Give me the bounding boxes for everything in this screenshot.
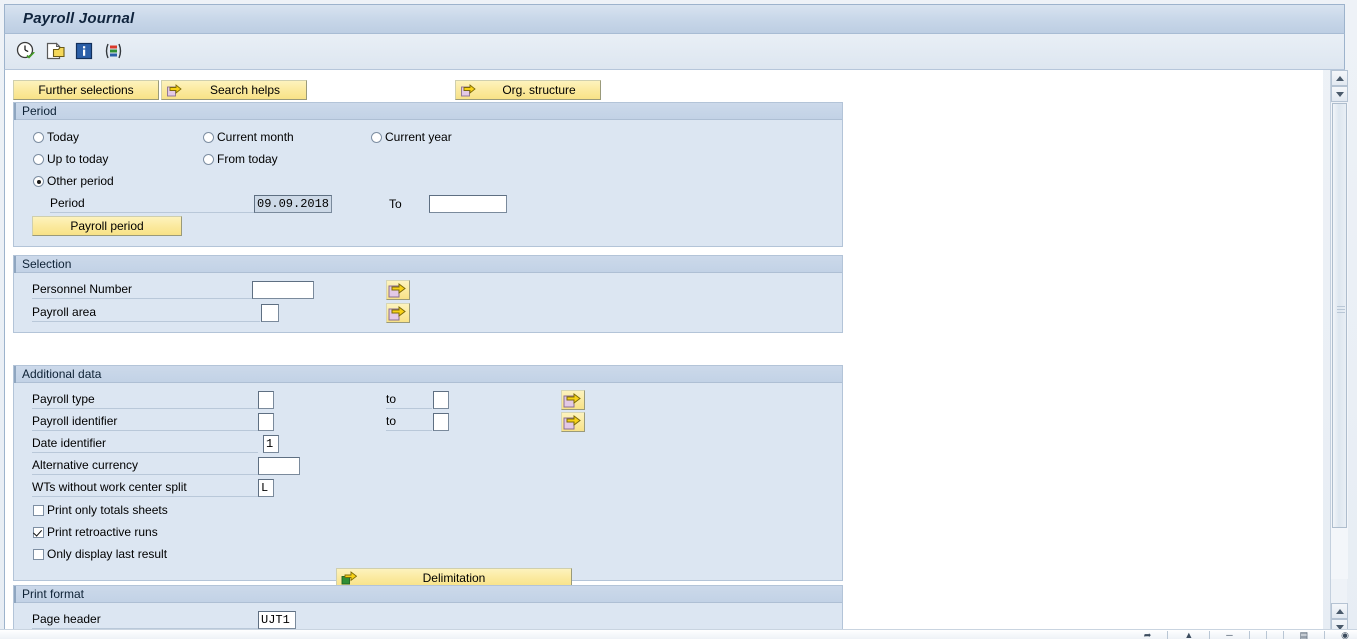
printer-icon[interactable]: ▤ [1300, 631, 1309, 639]
print-only-totals-sheets-box [33, 505, 44, 516]
org-structure-label: Org. structure [502, 83, 576, 97]
status-separator-3 [1248, 631, 1250, 639]
radio-up-to-today-dot [33, 154, 44, 165]
status-separator-2 [1209, 631, 1211, 639]
search-helps-button[interactable]: Search helps [161, 80, 307, 100]
print-format-group: Print format Page header UJT1 [13, 585, 843, 635]
info-icon[interactable] [73, 40, 95, 62]
period-to-label: To [389, 197, 402, 211]
period-from-input[interactable]: 09.09.2018 [254, 195, 332, 213]
payroll-type-to-label: to [386, 392, 432, 409]
personnel-number-label: Personnel Number [32, 282, 260, 299]
period-date-label: Period [50, 196, 260, 213]
print-retroactive-runs-label: Print retroactive runs [47, 525, 158, 539]
radio-up-to-today-label: Up to today [47, 152, 109, 166]
payroll-identifier-input[interactable] [258, 413, 274, 431]
warning-icon[interactable]: ▲ [1184, 631, 1193, 639]
scroll-up-button[interactable] [1331, 70, 1348, 86]
scroll-up-button-bottom[interactable] [1331, 603, 1348, 619]
payroll-area-label: Payroll area [32, 305, 260, 322]
globe-icon[interactable]: ◉ [1341, 631, 1349, 639]
only-display-last-result-box [33, 549, 44, 560]
save-variant-icon[interactable] [44, 40, 66, 62]
vertical-scrollbar[interactable] [1330, 70, 1348, 635]
selection-group: Selection Personnel Number Payroll area [13, 255, 843, 333]
cursor-icon[interactable]: ➦ [1144, 631, 1152, 639]
search-helps-arrow-icon [166, 82, 182, 99]
alternative-currency-input[interactable] [258, 457, 300, 475]
payroll-type-label: Payroll type [32, 392, 258, 409]
scrollbar-thumb[interactable] [1332, 103, 1347, 528]
page-header-input[interactable]: UJT1 [258, 611, 296, 629]
wts-without-work-center-split-label: WTs without work center split [32, 480, 258, 497]
application-toolbar: © www.tutorialkart.com [4, 34, 1345, 98]
personnel-number-multi-select-button[interactable] [386, 280, 410, 300]
payroll-identifier-label: Payroll identifier [32, 414, 258, 431]
sap-payroll-journal-window: Payroll Journal Further selections Searc… [0, 0, 1357, 639]
period-to-input[interactable] [429, 195, 507, 213]
radio-current-year-dot [371, 132, 382, 143]
scroll-down-button[interactable] [1331, 86, 1348, 102]
radio-other-period-dot [33, 176, 44, 187]
status-bar: ➦ ▲ ─ ▤ ◉ [0, 629, 1357, 639]
print-format-group-header: Print format [14, 586, 842, 603]
org-structure-button[interactable]: Org. structure [455, 80, 601, 100]
page-title: Payroll Journal [23, 10, 135, 27]
window-title-bar: Payroll Journal [4, 4, 1345, 34]
status-separator-5 [1282, 631, 1284, 639]
personnel-number-input[interactable] [252, 281, 314, 299]
payroll-period-button[interactable]: Payroll period [32, 216, 182, 236]
radio-today-label: Today [47, 130, 80, 144]
radio-today-dot [33, 132, 44, 143]
print-retroactive-runs-box [33, 527, 44, 538]
payroll-identifier-to-label: to [386, 414, 432, 431]
print-format-group-title: Print format [22, 587, 85, 601]
payroll-type-to-input[interactable] [433, 391, 449, 409]
chevron-down-icon [1336, 92, 1344, 97]
selection-screen-canvas: Further selections Search helps Org. str… [4, 70, 1323, 635]
radio-current-year-label: Current year [385, 130, 452, 144]
radio-current-month-label: Current month [217, 130, 294, 144]
further-selections-button[interactable]: Further selections [13, 80, 159, 100]
org-structure-arrow-icon [460, 82, 476, 99]
additional-data-group-header: Additional data [14, 366, 842, 383]
period-group-title: Period [22, 104, 57, 118]
selection-group-title: Selection [22, 257, 72, 271]
radio-from-today-label: From today [217, 152, 278, 166]
selection-group-header: Selection [14, 256, 842, 273]
page-header-label: Page header [32, 612, 258, 629]
additional-data-group-title: Additional data [22, 367, 102, 381]
payroll-type-multi-select-button[interactable] [561, 390, 585, 410]
scrollbar-grip-icon [1337, 306, 1345, 315]
chevron-up-icon-bottom [1336, 609, 1344, 614]
radio-current-month-dot [203, 132, 214, 143]
date-identifier-label: Date identifier [32, 436, 258, 453]
only-display-last-result-label: Only display last result [47, 547, 168, 561]
alternative-currency-label: Alternative currency [32, 458, 258, 475]
radio-other-period-label: Other period [47, 174, 114, 188]
color-bars-icon[interactable] [102, 40, 124, 62]
payroll-area-input[interactable] [261, 304, 279, 322]
search-helps-label: Search helps [209, 83, 281, 97]
execute-clock-icon[interactable] [15, 40, 37, 62]
print-only-totals-sheets-label: Print only totals sheets [47, 503, 168, 517]
wts-without-work-center-split-input[interactable]: L [258, 479, 274, 497]
radio-from-today-dot [203, 154, 214, 165]
period-group: Period Today Current month Current year … [13, 102, 843, 247]
payroll-identifier-to-input[interactable] [433, 413, 449, 431]
status-separator-4 [1265, 631, 1267, 639]
payroll-area-multi-select-button[interactable] [386, 303, 410, 323]
minimize-icon[interactable]: ─ [1226, 631, 1232, 639]
chevron-up-icon [1336, 76, 1344, 81]
additional-data-group: Additional data Payroll type to Payroll … [13, 365, 843, 609]
status-separator-6 [1324, 631, 1326, 639]
date-identifier-input[interactable]: 1 [263, 435, 279, 453]
status-separator [1167, 631, 1169, 639]
payroll-type-input[interactable] [258, 391, 274, 409]
toolbar-icon-group [15, 40, 124, 62]
status-bar-icon-group: ➦ ▲ ─ ▤ ◉ [1144, 631, 1349, 639]
period-group-header: Period [14, 103, 842, 120]
payroll-identifier-multi-select-button[interactable] [561, 412, 585, 432]
